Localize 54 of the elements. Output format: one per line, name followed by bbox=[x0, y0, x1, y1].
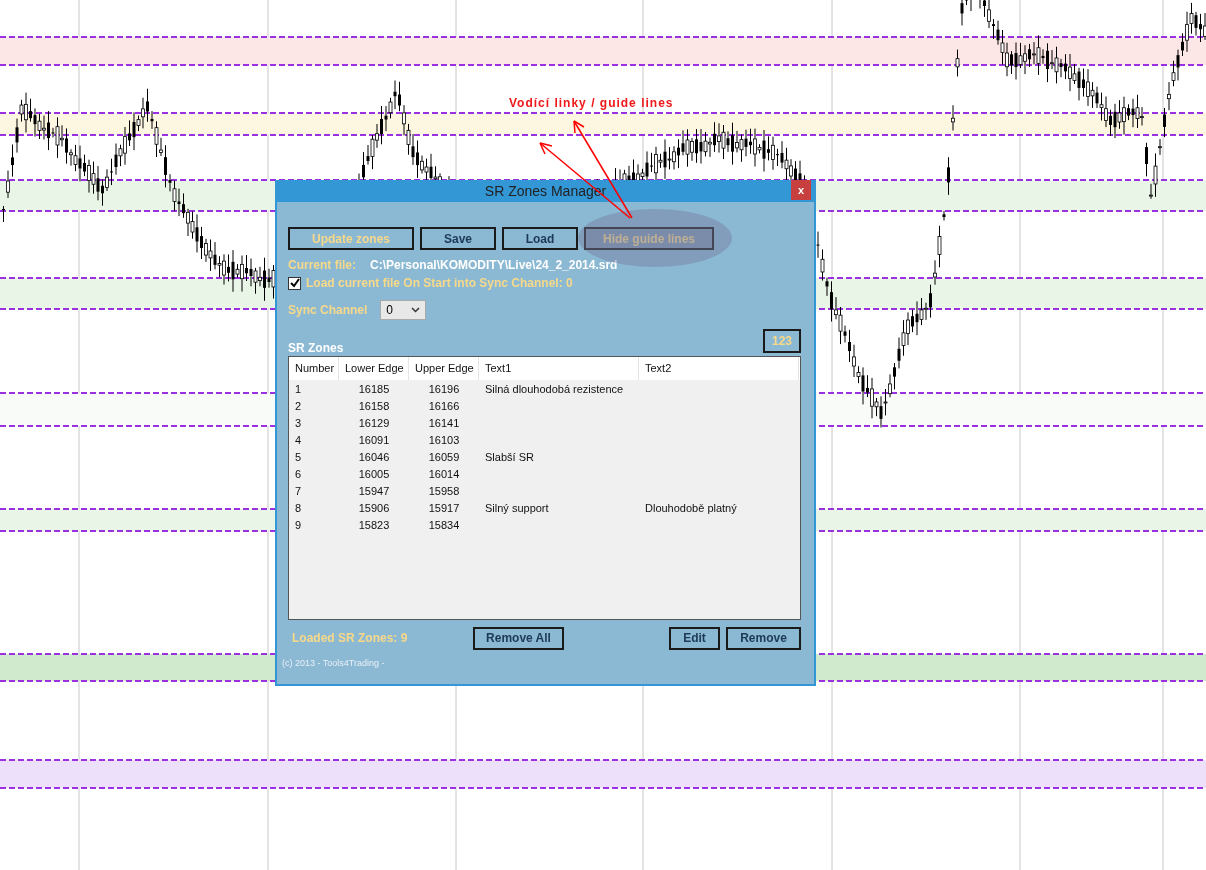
section-title: SR Zones bbox=[288, 341, 344, 355]
table-cell-text: 15823 bbox=[357, 518, 391, 531]
table-cell-text: 5 bbox=[294, 450, 303, 463]
remove-all-button[interactable]: Remove All bbox=[473, 626, 564, 650]
annotation-text: Vodící linky / guide lines bbox=[509, 96, 674, 110]
table-cell-text: 16141 bbox=[427, 416, 461, 429]
table-cell-text: 8 bbox=[294, 501, 303, 514]
table-cell-text: 2 bbox=[294, 399, 303, 412]
table-cell-text: 4 bbox=[294, 433, 303, 446]
loaded-count-label: Loaded SR Zones: 9 bbox=[291, 631, 409, 645]
column-header[interactable]: Upper Edge bbox=[409, 357, 479, 380]
checkbox[interactable] bbox=[288, 276, 301, 290]
column-header[interactable]: Text1 bbox=[479, 357, 639, 380]
table-cell: Silný support bbox=[485, 501, 549, 514]
table-cell-text: 15947 bbox=[357, 484, 391, 497]
table-cell-text: 15958 bbox=[427, 484, 461, 497]
table-cell-text: 15917 bbox=[427, 501, 461, 514]
column-header[interactable]: Number bbox=[289, 357, 339, 380]
table-cell-text: 6 bbox=[294, 467, 303, 480]
table-cell-text: 3 bbox=[294, 416, 303, 429]
table-cell-text: 16166 bbox=[427, 399, 461, 412]
table-cell-text: 7 bbox=[294, 484, 303, 497]
toolbar-button[interactable]: Load bbox=[502, 227, 578, 250]
table-cell-text: 16103 bbox=[427, 433, 461, 446]
chevron-down-icon bbox=[411, 307, 421, 313]
table-cell-text: 16196 bbox=[427, 382, 461, 395]
table-cell-text: 16046 bbox=[357, 450, 391, 463]
table-cell: Dlouhodobě platný bbox=[645, 501, 737, 514]
table-cell: Slabší SR bbox=[485, 450, 534, 463]
sync-channel-label: Sync Channel bbox=[288, 303, 368, 317]
remove-button[interactable]: Remove bbox=[726, 626, 801, 650]
table-cell-text: 15834 bbox=[427, 518, 461, 531]
sync-channel-dropdown[interactable]: 0 bbox=[380, 300, 427, 320]
table-cell: Silná dlouhodobá rezistence bbox=[485, 382, 624, 395]
current-file-path: C:\Personal\KOMODITY\Live\24_2_2014.srd bbox=[370, 258, 618, 272]
table-cell-text: 16014 bbox=[427, 467, 461, 480]
edit-button[interactable]: Edit bbox=[668, 626, 721, 650]
table-cell-text: 15906 bbox=[357, 501, 391, 514]
checkbox-label: Load current file On Start into Sync Channel: 0 bbox=[306, 276, 573, 290]
table-cell-text: 1 bbox=[294, 382, 303, 395]
table-cell-text: 16091 bbox=[357, 433, 391, 446]
column-header[interactable]: Text2 bbox=[639, 357, 799, 380]
current-file-label: Current file: bbox=[288, 258, 356, 272]
table-cell-text: 16005 bbox=[357, 467, 391, 480]
table-cell-text: 16185 bbox=[357, 382, 391, 395]
table-cell-text: 16059 bbox=[427, 450, 461, 463]
toolbar-button[interactable]: Save bbox=[420, 227, 496, 250]
column-header[interactable]: Lower Edge bbox=[339, 357, 409, 380]
close-button[interactable]: x bbox=[791, 180, 811, 200]
table-cell-text: 16129 bbox=[357, 416, 391, 429]
table-cell-text: 16158 bbox=[357, 399, 391, 412]
table-cell-text: 9 bbox=[294, 518, 303, 531]
count-badge: 123 bbox=[762, 329, 801, 353]
copyright-text: (c) 2013 - Tools4Trading - bbox=[282, 658, 386, 668]
